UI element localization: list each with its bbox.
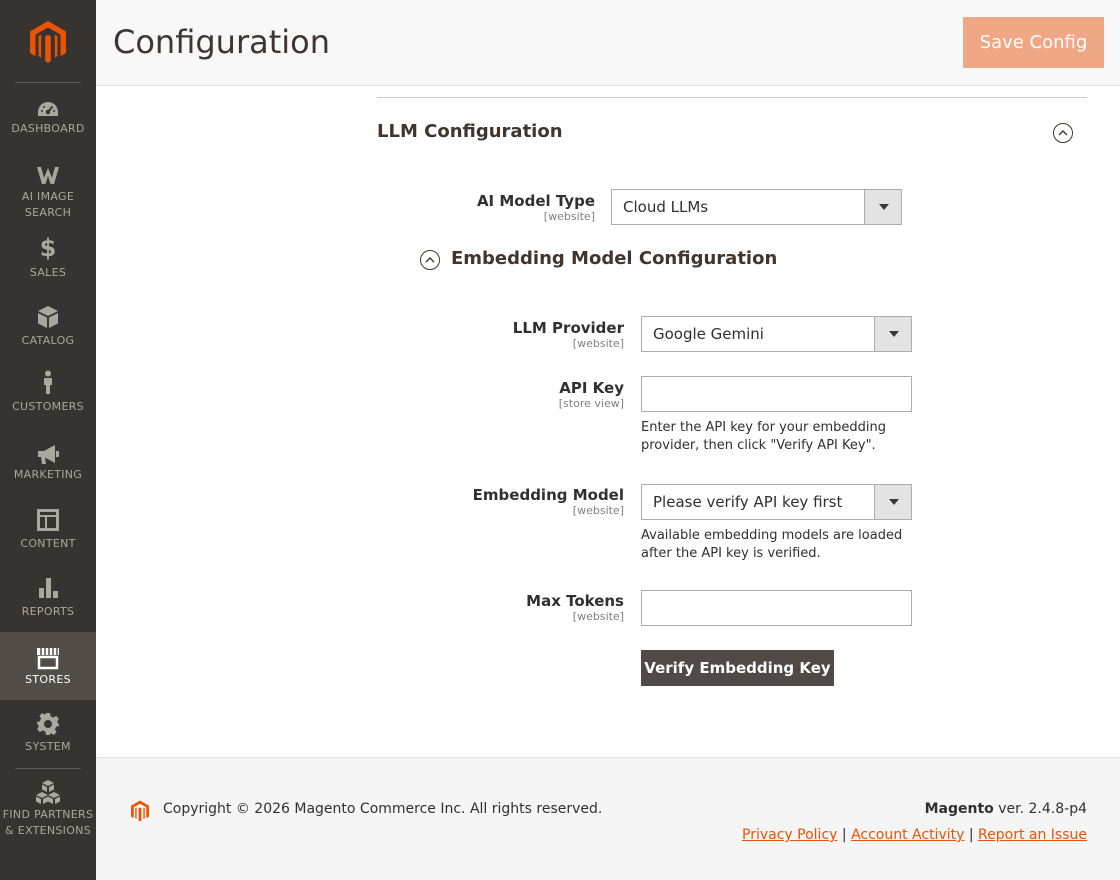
llm-provider-label: LLM Provider [512, 319, 624, 337]
dashboard-gauge-icon [38, 102, 58, 116]
sidebar-item-label-line2: & EXTENSIONS [5, 824, 91, 837]
api-key-note: Enter the API key for your embedding pro… [641, 419, 921, 454]
api-key-note-line2: provider, then click "Verify API Key". [641, 437, 876, 453]
brand-name: Magento [924, 801, 994, 817]
sidebar-item-label: DASHBOARD [11, 122, 85, 135]
sidebar-item-label: STORES [25, 673, 71, 686]
embedding-model-label-group: Embedding Model [website] [444, 486, 624, 517]
link-separator: | [841, 827, 847, 843]
llm-provider-value: Google Gemini [653, 325, 764, 343]
magento-logo-icon [131, 800, 149, 822]
embedding-model-label: Embedding Model [472, 486, 624, 504]
collapse-subsection-icon[interactable] [420, 250, 440, 270]
api-key-note-line1: Enter the API key for your embedding [641, 420, 886, 435]
admin-sidebar: DASHBOARD AI IMAGE SEARCH $ SALES CATALO… [0, 0, 96, 880]
gear-icon [37, 713, 59, 735]
sidebar-item-sales[interactable]: $ SALES [0, 226, 96, 294]
footer-links: Privacy Policy | Account Activity | Repo… [742, 826, 1087, 844]
subsection-title-embedding[interactable]: Embedding Model Configuration [451, 247, 777, 271]
boxes-icon [36, 780, 60, 804]
sidebar-item-label: AI IMAGE [21, 190, 75, 203]
report-issue-link[interactable]: Report an Issue [978, 827, 1087, 843]
sidebar-item-marketing[interactable]: MARKETING [0, 430, 96, 498]
embedding-model-note: Available embedding models are loaded af… [641, 527, 921, 562]
sidebar-item-find-partners[interactable]: FIND PARTNERS & EXTENSIONS [0, 776, 96, 846]
collapse-section-icon[interactable] [1053, 123, 1073, 143]
sidebar-item-label: MARKETING [13, 468, 83, 481]
section-title-llm-configuration[interactable]: LLM Configuration [377, 120, 563, 144]
megaphone-icon [38, 445, 59, 464]
api-key-label: API Key [559, 379, 624, 397]
sidebar-item-label: FIND PARTNERS [2, 808, 94, 821]
ai-model-type-value: Cloud LLMs [623, 198, 709, 216]
layout-icon [37, 509, 59, 531]
sidebar-divider [15, 82, 81, 83]
sidebar-item-label: CATALOG [21, 334, 75, 347]
api-key-input[interactable] [641, 376, 912, 412]
copyright-text: Copyright © 2026 Magento Commerce Inc. A… [163, 801, 603, 817]
sidebar-item-label-line2: SEARCH [24, 206, 72, 219]
max-tokens-input[interactable] [641, 590, 912, 626]
magento-logo-icon[interactable] [28, 20, 68, 64]
privacy-policy-link[interactable]: Privacy Policy [742, 827, 837, 843]
max-tokens-label-group: Max Tokens [website] [469, 592, 624, 623]
page-footer: Copyright © 2026 Magento Commerce Inc. A… [96, 757, 1120, 880]
sidebar-item-label: SYSTEM [25, 740, 71, 753]
scope-label: [website] [572, 337, 624, 350]
embedding-model-select[interactable]: Please verify API key first [641, 484, 912, 520]
scope-label: [website] [572, 504, 624, 517]
embedding-model-value: Please verify API key first [653, 493, 843, 511]
scope-label: [website] [572, 610, 624, 623]
cube-icon [38, 306, 58, 328]
embedding-model-note-line1: Available embedding models are loaded [641, 528, 903, 543]
sidebar-item-catalog[interactable]: CATALOG [0, 294, 96, 362]
page-title: Configuration [113, 23, 331, 61]
save-config-button[interactable]: Save Config [963, 17, 1104, 68]
scope-label: [website] [543, 210, 595, 223]
section-divider [377, 97, 1087, 98]
ai-model-type-label-group: AI Model Type [website] [440, 192, 595, 223]
page-header: Configuration Save Config [96, 0, 1120, 86]
sidebar-item-system[interactable]: SYSTEM [0, 702, 96, 770]
sidebar-item-ai-image-search[interactable]: AI IMAGE SEARCH [0, 158, 96, 226]
account-activity-link[interactable]: Account Activity [851, 827, 964, 843]
dollar-icon: $ [39, 234, 57, 262]
chevron-down-icon [874, 485, 911, 519]
embedding-model-note-line2: after the API key is verified. [641, 545, 821, 561]
sidebar-item-dashboard[interactable]: DASHBOARD [0, 90, 96, 158]
sidebar-item-label: CUSTOMERS [12, 400, 84, 413]
api-key-label-group: API Key [store view] [469, 379, 624, 410]
version-text: Magento ver. 2.4.8-p4 [925, 800, 1087, 818]
link-separator: | [968, 827, 974, 843]
verify-embedding-key-button[interactable]: Verify Embedding Key [641, 650, 834, 686]
ai-model-type-label: AI Model Type [476, 192, 595, 210]
sidebar-divider [15, 768, 81, 769]
person-icon [44, 370, 52, 394]
sidebar-item-stores[interactable]: STORES [0, 632, 96, 700]
bar-chart-icon [39, 578, 58, 598]
version-number: ver. 2.4.8-p4 [993, 801, 1087, 817]
sidebar-item-content[interactable]: CONTENT [0, 498, 96, 566]
chevron-down-icon [874, 317, 911, 351]
chevron-down-icon [864, 190, 901, 224]
sidebar-item-reports[interactable]: REPORTS [0, 566, 96, 634]
sidebar-item-customers[interactable]: CUSTOMERS [0, 362, 96, 430]
sidebar-item-label: CONTENT [20, 537, 76, 550]
llm-provider-select[interactable]: Google Gemini [641, 316, 912, 352]
sidebar-item-label: SALES [29, 266, 67, 279]
ai-image-search-w-icon [37, 167, 59, 184]
scope-label: [store view] [558, 397, 624, 410]
llm-provider-label-group: LLM Provider [website] [469, 319, 624, 350]
ai-model-type-select[interactable]: Cloud LLMs [611, 189, 902, 225]
storefront-icon [37, 648, 59, 670]
sidebar-item-label: REPORTS [21, 605, 75, 618]
max-tokens-label: Max Tokens [526, 592, 624, 610]
